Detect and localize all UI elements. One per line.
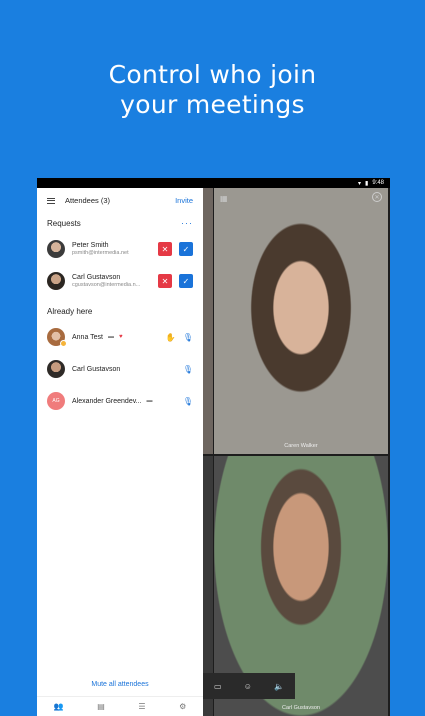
more-options-icon[interactable]: ··· xyxy=(181,218,193,228)
avatar xyxy=(47,272,65,290)
attendee-name: Peter Smith xyxy=(72,242,109,249)
attendee-row[interactable]: Anna Test ▬ ♥ ✋ 🎙 xyxy=(37,321,203,353)
attendees-tab-icon[interactable]: 👥 xyxy=(54,702,64,711)
deny-button[interactable]: ✕ xyxy=(158,242,172,256)
chat-tab-icon[interactable]: ▤ xyxy=(97,702,105,711)
x-icon: ✕ xyxy=(161,244,169,254)
menu-icon[interactable] xyxy=(47,197,55,204)
attendee-name: Alexander Greendev... xyxy=(72,397,142,405)
request-row: Carl Gustavson cgustavson@intermedia.n..… xyxy=(37,265,203,297)
wifi-icon: ▾ xyxy=(357,180,361,187)
emoji-icon[interactable]: ☺ xyxy=(244,682,252,691)
attendee-email: psmith@intermedia.net xyxy=(72,250,129,256)
attendee-row[interactable]: Carl Gustavson 🎙 xyxy=(37,353,203,385)
close-icon[interactable]: ✕ xyxy=(372,192,382,202)
status-time: 9:48 xyxy=(372,180,384,186)
battery-icon: ▮ xyxy=(365,180,369,187)
request-info: Carl Gustavson cgustavson@intermedia.n..… xyxy=(72,274,151,288)
video-tile[interactable]: ▦ ✕ Caren Walker xyxy=(214,188,388,454)
accept-button[interactable]: ✓ xyxy=(179,242,193,256)
heart-icon: ♥ xyxy=(119,334,123,340)
device-screen: ▾ ▮ 9:48 Attendees (3) Invite Requests ·… xyxy=(37,178,390,716)
attendee-row[interactable]: AG Alexander Greendev... ▬ 🎙 xyxy=(37,385,203,417)
already-here-label: Already here xyxy=(47,306,93,316)
requests-section-title: Requests ··· xyxy=(37,213,203,233)
attendee-name: Anna Test xyxy=(72,333,104,341)
x-icon: ✕ xyxy=(161,276,169,286)
check-icon: ✓ xyxy=(182,244,190,254)
request-row: Peter Smith psmith@intermedia.net ✕ ✓ xyxy=(37,233,203,265)
screen-icon[interactable]: ▭ xyxy=(214,682,222,691)
mic-icon[interactable]: 🎙 xyxy=(183,397,193,406)
request-info: Peter Smith psmith@intermedia.net xyxy=(72,242,151,256)
bottom-tab-bar: 👥 ▤ ☰ ⚙ xyxy=(37,696,203,716)
video-strip xyxy=(203,188,213,454)
deny-button[interactable]: ✕ xyxy=(158,274,172,288)
requests-label: Requests xyxy=(47,218,81,228)
check-icon: ✓ xyxy=(182,276,190,286)
avatar xyxy=(47,328,67,347)
attendee-name: Carl Gustavson xyxy=(72,365,121,373)
attendee-info: Alexander Greendev... ▬ xyxy=(72,398,176,405)
raise-hand-icon: ✋ xyxy=(165,332,176,342)
attendee-info: Carl Gustavson xyxy=(72,366,176,373)
status-bar: ▾ ▮ 9:48 xyxy=(37,178,390,188)
panel-title: Attendees (3) xyxy=(65,196,111,205)
headline-line-1: Control who join xyxy=(108,60,317,89)
call-controls: ▭ ☺ 🔈 xyxy=(203,673,295,699)
settings-tab-icon[interactable]: ⚙ xyxy=(179,702,186,711)
headline-line-2: your meetings xyxy=(120,90,305,119)
volume-icon[interactable]: 🔈 xyxy=(274,682,284,691)
mic-icon[interactable]: 🎙 xyxy=(183,333,193,342)
list-tab-icon[interactable]: ☰ xyxy=(138,702,145,711)
avatar xyxy=(47,360,65,378)
avatar xyxy=(47,240,65,258)
avatar: AG xyxy=(47,392,65,410)
video-participant-name: Carl Gustavson xyxy=(282,705,320,711)
invite-button[interactable]: Invite xyxy=(175,196,193,205)
already-here-section-title: Already here xyxy=(37,301,203,321)
grid-icon[interactable]: ▦ xyxy=(220,194,228,203)
chat-icon: ▬ xyxy=(108,334,115,340)
host-badge-icon xyxy=(60,340,67,347)
attendee-email: cgustavson@intermedia.n... xyxy=(72,282,141,288)
video-participant-name: Caren Walker xyxy=(284,443,318,449)
attendees-panel: Attendees (3) Invite Requests ··· Peter … xyxy=(37,188,203,716)
accept-button[interactable]: ✓ xyxy=(179,274,193,288)
mute-all-button[interactable]: Mute all attendees xyxy=(37,681,203,688)
panel-header: Attendees (3) Invite xyxy=(37,188,203,213)
attendee-name: Carl Gustavson xyxy=(72,274,121,281)
attendee-info: Anna Test ▬ ♥ xyxy=(72,334,159,341)
mic-icon[interactable]: 🎙 xyxy=(183,365,193,374)
headline: Control who join your meetings xyxy=(0,60,425,120)
chat-icon: ▬ xyxy=(146,398,153,404)
